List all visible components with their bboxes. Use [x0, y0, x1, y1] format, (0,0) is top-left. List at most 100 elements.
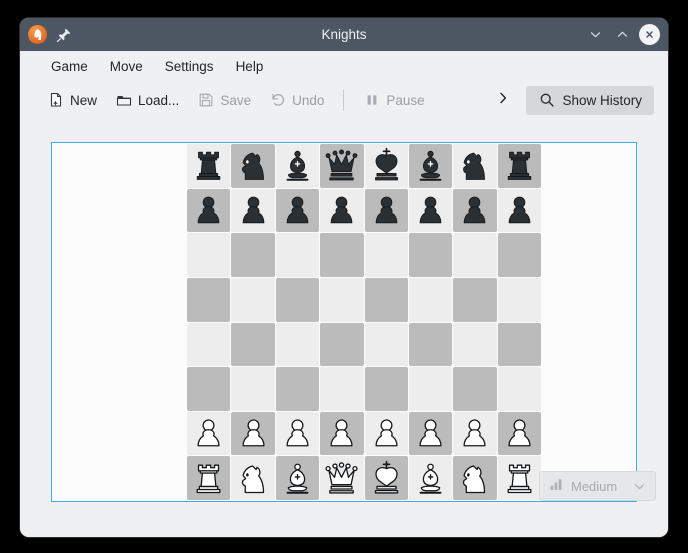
- chess-board[interactable]: [187, 144, 541, 500]
- white-rook-h1[interactable]: [498, 456, 541, 500]
- board-square-h1[interactable]: [498, 456, 541, 500]
- board-square-a2[interactable]: [187, 412, 230, 456]
- board-square-e3[interactable]: [365, 367, 408, 411]
- maximize-button[interactable]: [612, 25, 632, 45]
- toolbar-load-button[interactable]: Load...: [106, 87, 188, 114]
- board-square-g6[interactable]: [453, 233, 496, 277]
- board-square-d8[interactable]: [320, 144, 363, 188]
- board-square-e7[interactable]: [365, 189, 408, 233]
- black-king-e8[interactable]: [365, 144, 408, 188]
- board-square-b5[interactable]: [231, 278, 274, 322]
- board-square-a3[interactable]: [187, 367, 230, 411]
- board-square-h5[interactable]: [498, 278, 541, 322]
- board-square-d4[interactable]: [320, 323, 363, 367]
- black-pawn-a7[interactable]: [187, 189, 230, 233]
- white-pawn-b2[interactable]: [231, 412, 274, 456]
- menu-item-settings[interactable]: Settings: [154, 56, 225, 77]
- board-square-h7[interactable]: [498, 189, 541, 233]
- board-square-c8[interactable]: [276, 144, 319, 188]
- board-square-c6[interactable]: [276, 233, 319, 277]
- white-pawn-c2[interactable]: [276, 412, 319, 456]
- black-pawn-h7[interactable]: [498, 189, 541, 233]
- black-pawn-g7[interactable]: [453, 189, 496, 233]
- black-pawn-f7[interactable]: [409, 189, 452, 233]
- white-queen-d1[interactable]: [320, 456, 363, 500]
- board-square-a6[interactable]: [187, 233, 230, 277]
- board-square-b8[interactable]: [231, 144, 274, 188]
- board-square-b2[interactable]: [231, 412, 274, 456]
- difficulty-dropdown[interactable]: Medium: [539, 471, 656, 501]
- black-rook-h8[interactable]: [498, 144, 541, 188]
- close-button[interactable]: [639, 24, 660, 45]
- toolbar-new-button[interactable]: New: [38, 87, 106, 114]
- toolbar-overflow-button[interactable]: [486, 87, 520, 114]
- board-square-h8[interactable]: [498, 144, 541, 188]
- board-square-a1[interactable]: [187, 456, 230, 500]
- white-pawn-d2[interactable]: [320, 412, 363, 456]
- board-square-e8[interactable]: [365, 144, 408, 188]
- white-pawn-h2[interactable]: [498, 412, 541, 456]
- white-knight-g1[interactable]: [453, 456, 496, 500]
- board-square-d1[interactable]: [320, 456, 363, 500]
- board-square-a4[interactable]: [187, 323, 230, 367]
- board-square-g5[interactable]: [453, 278, 496, 322]
- black-bishop-c8[interactable]: [276, 144, 319, 188]
- toolbar-pause-button[interactable]: Pause: [354, 87, 433, 114]
- white-pawn-f2[interactable]: [409, 412, 452, 456]
- white-bishop-c1[interactable]: [276, 456, 319, 500]
- menu-item-move[interactable]: Move: [99, 56, 154, 77]
- board-square-f8[interactable]: [409, 144, 452, 188]
- white-king-e1[interactable]: [365, 456, 408, 500]
- board-square-d5[interactable]: [320, 278, 363, 322]
- white-pawn-a2[interactable]: [187, 412, 230, 456]
- menu-item-help[interactable]: Help: [225, 56, 275, 77]
- board-square-c3[interactable]: [276, 367, 319, 411]
- board-square-c2[interactable]: [276, 412, 319, 456]
- black-pawn-d7[interactable]: [320, 189, 363, 233]
- board-square-b1[interactable]: [231, 456, 274, 500]
- board-square-f6[interactable]: [409, 233, 452, 277]
- board-square-b7[interactable]: [231, 189, 274, 233]
- white-rook-a1[interactable]: [187, 456, 230, 500]
- board-square-g7[interactable]: [453, 189, 496, 233]
- board-square-b6[interactable]: [231, 233, 274, 277]
- show-history-button[interactable]: Show History: [526, 86, 654, 115]
- menu-item-game[interactable]: Game: [41, 56, 99, 77]
- board-square-b3[interactable]: [231, 367, 274, 411]
- board-square-d7[interactable]: [320, 189, 363, 233]
- black-pawn-c7[interactable]: [276, 189, 319, 233]
- board-square-g2[interactable]: [453, 412, 496, 456]
- board-square-f2[interactable]: [409, 412, 452, 456]
- board-square-h2[interactable]: [498, 412, 541, 456]
- board-square-g8[interactable]: [453, 144, 496, 188]
- board-square-e1[interactable]: [365, 456, 408, 500]
- board-square-e5[interactable]: [365, 278, 408, 322]
- white-pawn-g2[interactable]: [453, 412, 496, 456]
- black-queen-d8[interactable]: [320, 144, 363, 188]
- board-square-f3[interactable]: [409, 367, 452, 411]
- board-square-g4[interactable]: [453, 323, 496, 367]
- board-square-g1[interactable]: [453, 456, 496, 500]
- white-pawn-e2[interactable]: [365, 412, 408, 456]
- black-knight-g8[interactable]: [453, 144, 496, 188]
- toolbar-undo-button[interactable]: Undo: [260, 87, 333, 114]
- board-square-e2[interactable]: [365, 412, 408, 456]
- white-knight-b1[interactable]: [231, 456, 274, 500]
- board-square-h3[interactable]: [498, 367, 541, 411]
- board-square-a5[interactable]: [187, 278, 230, 322]
- toolbar-save-button[interactable]: Save: [188, 87, 260, 114]
- white-bishop-f1[interactable]: [409, 456, 452, 500]
- board-square-c4[interactable]: [276, 323, 319, 367]
- black-pawn-e7[interactable]: [365, 189, 408, 233]
- board-square-a7[interactable]: [187, 189, 230, 233]
- board-square-b4[interactable]: [231, 323, 274, 367]
- board-square-f5[interactable]: [409, 278, 452, 322]
- minimize-button[interactable]: [585, 25, 605, 45]
- board-square-f4[interactable]: [409, 323, 452, 367]
- board-square-c5[interactable]: [276, 278, 319, 322]
- pin-icon[interactable]: [56, 27, 72, 43]
- board-square-h4[interactable]: [498, 323, 541, 367]
- board-square-f7[interactable]: [409, 189, 452, 233]
- board-square-c7[interactable]: [276, 189, 319, 233]
- black-rook-a8[interactable]: [187, 144, 230, 188]
